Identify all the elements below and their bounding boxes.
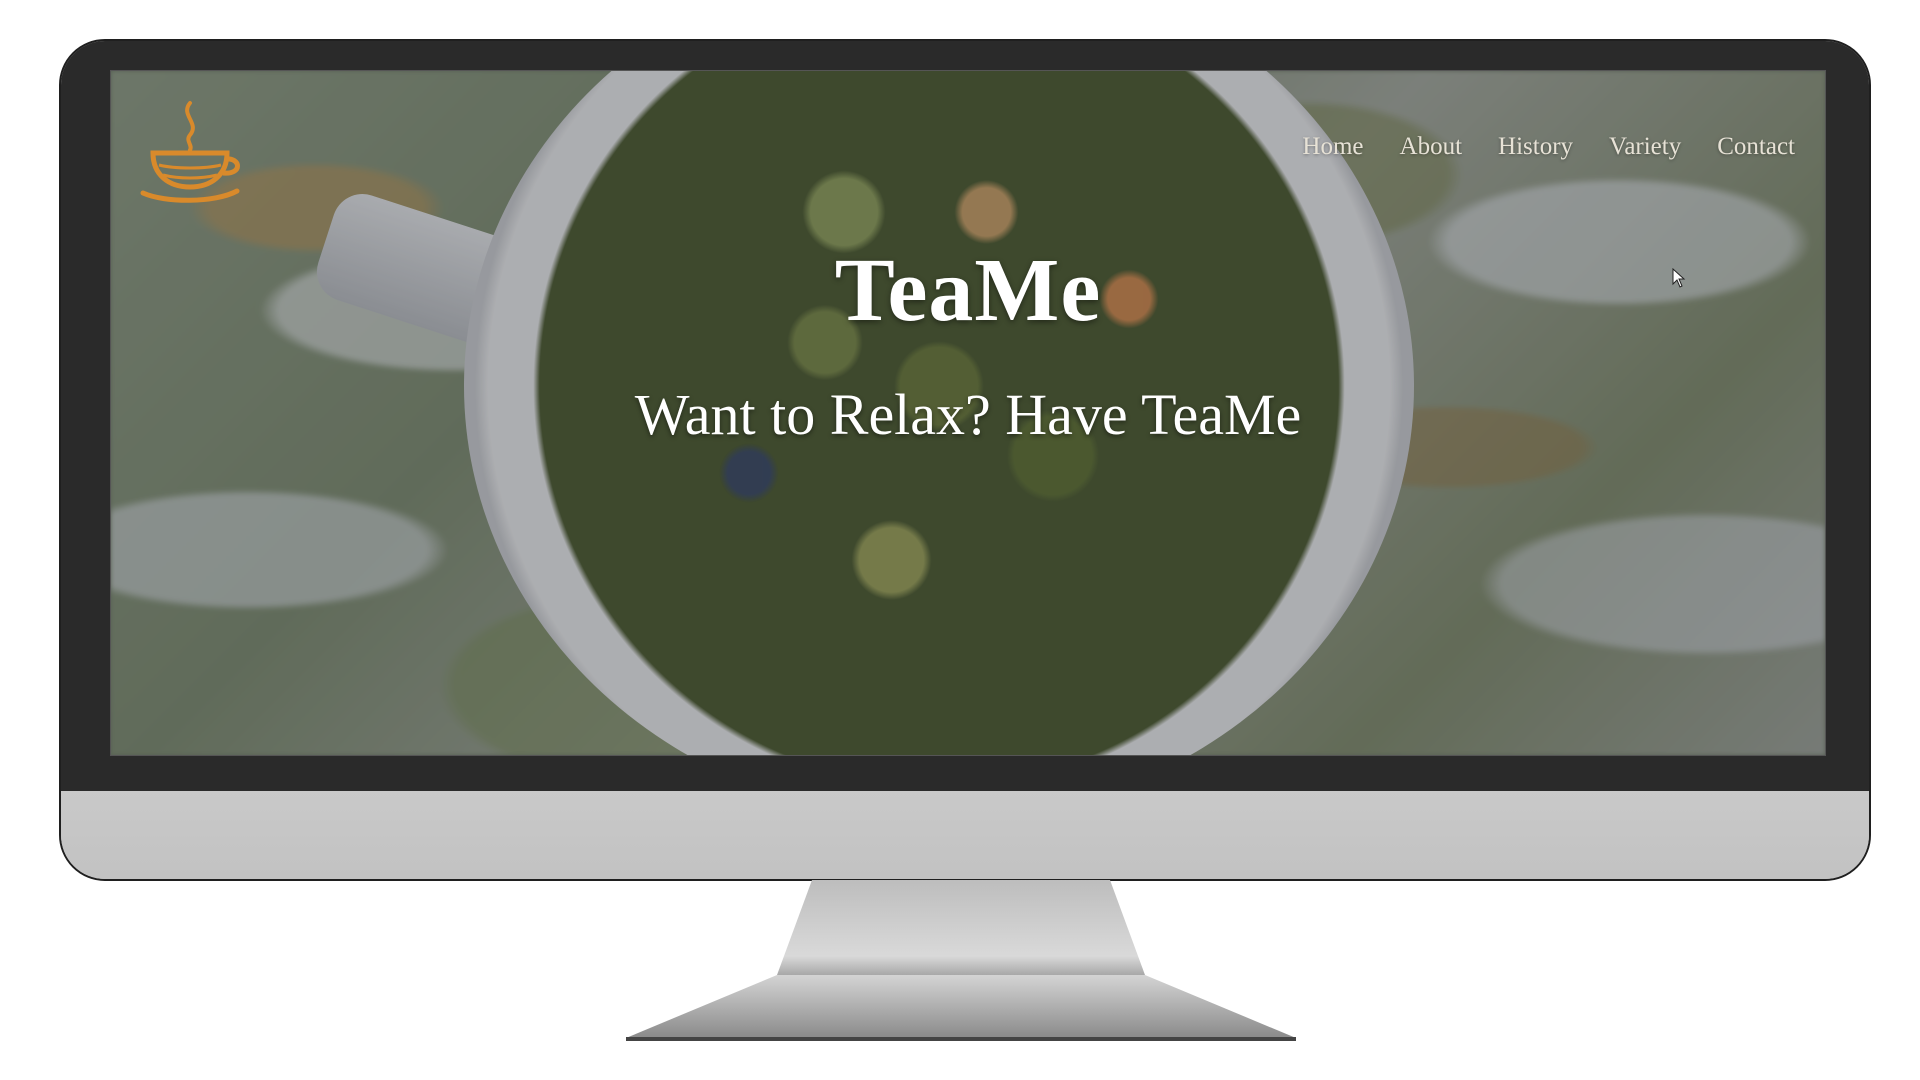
hero-title: TeaMe	[834, 241, 1102, 340]
monitor-stand	[626, 880, 1296, 1041]
monitor-chin	[61, 791, 1869, 879]
mouse-pointer-icon	[1672, 268, 1686, 288]
monitor: Home About History Variety Contact TeaMe…	[59, 39, 1871, 881]
website-screen: Home About History Variety Contact TeaMe…	[110, 70, 1826, 756]
main-nav: Home About History Variety Contact	[1302, 133, 1795, 161]
nav-contact-link[interactable]: Contact	[1717, 133, 1795, 161]
nav-history-link[interactable]: History	[1498, 133, 1573, 161]
hero-subtitle: Want to Relax? Have TeaMe	[634, 382, 1302, 447]
nav-variety-link[interactable]: Variety	[1609, 133, 1681, 161]
nav-about-link[interactable]: About	[1400, 133, 1463, 161]
tea-cup-steam-icon[interactable]	[135, 95, 245, 205]
nav-home-link[interactable]: Home	[1302, 133, 1363, 161]
device-mockup: Home About History Variety Contact TeaMe…	[0, 0, 1920, 1080]
